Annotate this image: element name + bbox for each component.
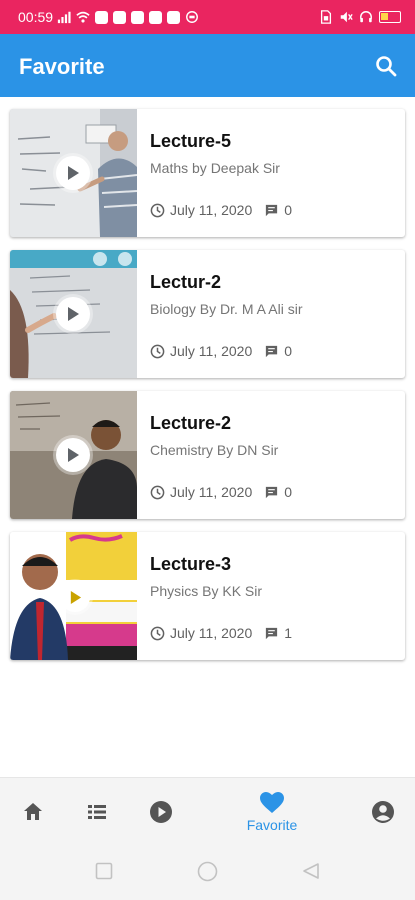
play-button[interactable] [60, 582, 90, 612]
lecture-subtitle: Maths by Deepak Sir [150, 160, 280, 176]
vpn-icon [186, 11, 198, 23]
bottom-navigation: Favorite [0, 777, 415, 845]
nav-account[interactable] [362, 778, 404, 846]
system-home-button[interactable] [197, 861, 218, 887]
lecture-date: July 11, 2020 [170, 484, 253, 500]
app-notification-icon [95, 10, 108, 24]
play-button[interactable] [56, 297, 90, 331]
whiteboard-lecture-image [10, 109, 137, 237]
app-notification-icon [131, 10, 144, 24]
play-icon [70, 590, 81, 604]
classroom-lecture-image [10, 391, 137, 519]
comment-icon [266, 204, 278, 216]
comment-count: 0 [284, 202, 293, 218]
lecture-subtitle: Biology By Dr. M A Ali sir [150, 301, 303, 317]
lecture-title: Lectur-2 [150, 272, 222, 292]
back-button[interactable] [302, 862, 320, 885]
back-triangle-icon [303, 863, 319, 879]
favorite-card[interactable]: Lecture-3 Physics By KK Sir July 11, 202… [10, 532, 405, 660]
comment-icon [266, 345, 278, 357]
play-button[interactable] [56, 438, 90, 472]
status-left-icons [57, 10, 199, 24]
play-button[interactable] [56, 156, 90, 190]
comment-count: 1 [284, 625, 293, 641]
lecture-meta: July 11, 2020 0 [150, 343, 292, 359]
wifi-icon [76, 11, 90, 23]
status-bar: 00:59 [0, 0, 415, 34]
lecture-date: July 11, 2020 [170, 202, 253, 218]
comment-icon [266, 627, 278, 639]
app-bar: Favorite [0, 34, 415, 97]
nav-favorite-label: Favorite [246, 817, 298, 833]
page-title: Favorite [19, 54, 105, 79]
home-icon [24, 803, 42, 820]
play-icon [68, 448, 79, 462]
nav-list[interactable] [76, 778, 118, 846]
recents-button[interactable] [95, 862, 113, 885]
headset-icon [360, 11, 372, 23]
mute-icon [340, 11, 353, 23]
clock-icon [150, 344, 165, 358]
nav-favorite[interactable]: Favorite [232, 778, 312, 846]
list-icon [88, 805, 106, 819]
heart-icon [260, 792, 284, 813]
system-navigation [0, 845, 415, 900]
lecture-title: Lecture-2 [150, 413, 232, 433]
poster-lecture-image [10, 532, 137, 660]
lecture-title: Lecture-5 [150, 131, 232, 151]
app-notification-icon [113, 10, 126, 24]
lecture-date: July 11, 2020 [170, 343, 253, 359]
search-icon [376, 56, 397, 77]
play-icon [68, 307, 79, 321]
nav-videos[interactable] [140, 778, 182, 846]
lecture-subtitle: Physics By KK Sir [150, 583, 263, 599]
lecture-date: July 11, 2020 [170, 625, 253, 641]
clock-icon [150, 485, 165, 499]
app-notification-icon [167, 10, 180, 24]
lecture-title: Lecture-3 [150, 554, 232, 574]
lecture-subtitle: Chemistry By DN Sir [150, 442, 279, 458]
account-icon [372, 801, 394, 823]
status-time: 00:59 [18, 9, 54, 25]
nav-home[interactable] [12, 778, 54, 846]
recents-icon [95, 862, 113, 880]
comment-icon [266, 486, 278, 498]
favorite-card[interactable]: Lectur-2 Biology By Dr. M A Ali sir July… [10, 250, 405, 378]
lecture-meta: July 11, 2020 1 [150, 625, 292, 641]
lecture-meta: July 11, 2020 0 [150, 484, 292, 500]
signal-icon [57, 11, 71, 24]
sim-icon [320, 10, 332, 24]
battery-icon [379, 11, 401, 23]
comment-count: 0 [284, 484, 293, 500]
play-icon [68, 166, 79, 180]
search-button[interactable] [371, 51, 401, 81]
whiteboard-lecture-image [10, 250, 137, 378]
app-notification-icon [149, 10, 162, 24]
comment-count: 0 [284, 343, 293, 359]
favorite-card[interactable]: Lecture-5 Maths by Deepak Sir July 11, 2… [10, 109, 405, 237]
clock-icon [150, 626, 165, 640]
lecture-meta: July 11, 2020 0 [150, 202, 292, 218]
play-circle-icon [150, 801, 172, 823]
favorite-card[interactable]: Lecture-2 Chemistry By DN Sir July 11, 2… [10, 391, 405, 519]
status-right-icons [319, 10, 401, 24]
home-circle-icon [197, 861, 218, 882]
clock-icon [150, 203, 165, 217]
